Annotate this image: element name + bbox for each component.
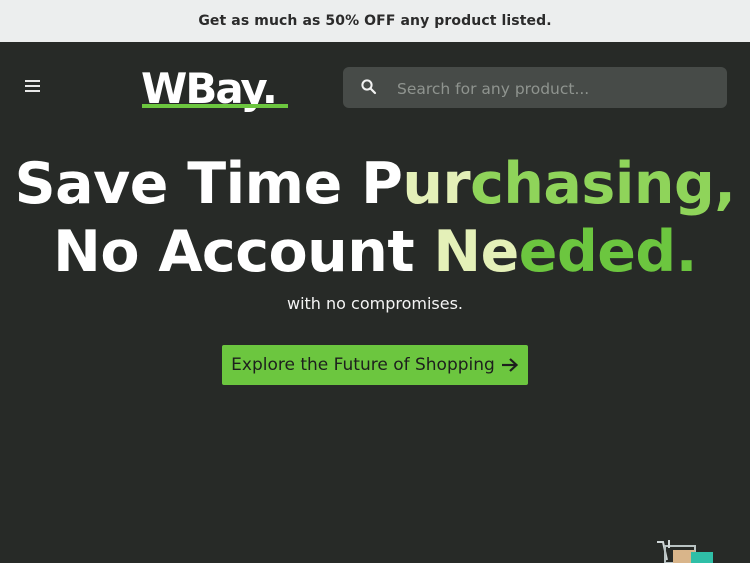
hero-subline: with no compromises.: [286, 294, 464, 313]
cta-label: Explore the Future of Shopping: [231, 355, 495, 375]
search-icon[interactable]: [360, 78, 378, 96]
search-input[interactable]: [395, 67, 719, 110]
hero-section: Save Time Purchasing, No Account Needed.…: [0, 150, 750, 313]
logo-underline: [142, 104, 288, 108]
hero-headline: Save Time Purchasing, No Account Needed.: [0, 150, 750, 286]
promo-banner: Get as much as 50% OFF any product liste…: [0, 0, 750, 42]
arrow-right-icon: [501, 358, 518, 372]
explore-shopping-button[interactable]: Explore the Future of Shopping: [222, 345, 528, 385]
headline-line-2: No Account Needed.: [53, 219, 697, 285]
search-bar[interactable]: [343, 67, 727, 110]
site-header: WBay.: [0, 42, 750, 132]
hamburger-menu-icon[interactable]: [24, 78, 42, 94]
shopping-cart-illustration: [657, 540, 713, 563]
headline-line-1: Save Time Purchasing,: [14, 151, 736, 217]
logo[interactable]: WBay.: [141, 58, 288, 110]
promo-text: Get as much as 50% OFF any product liste…: [198, 13, 552, 29]
